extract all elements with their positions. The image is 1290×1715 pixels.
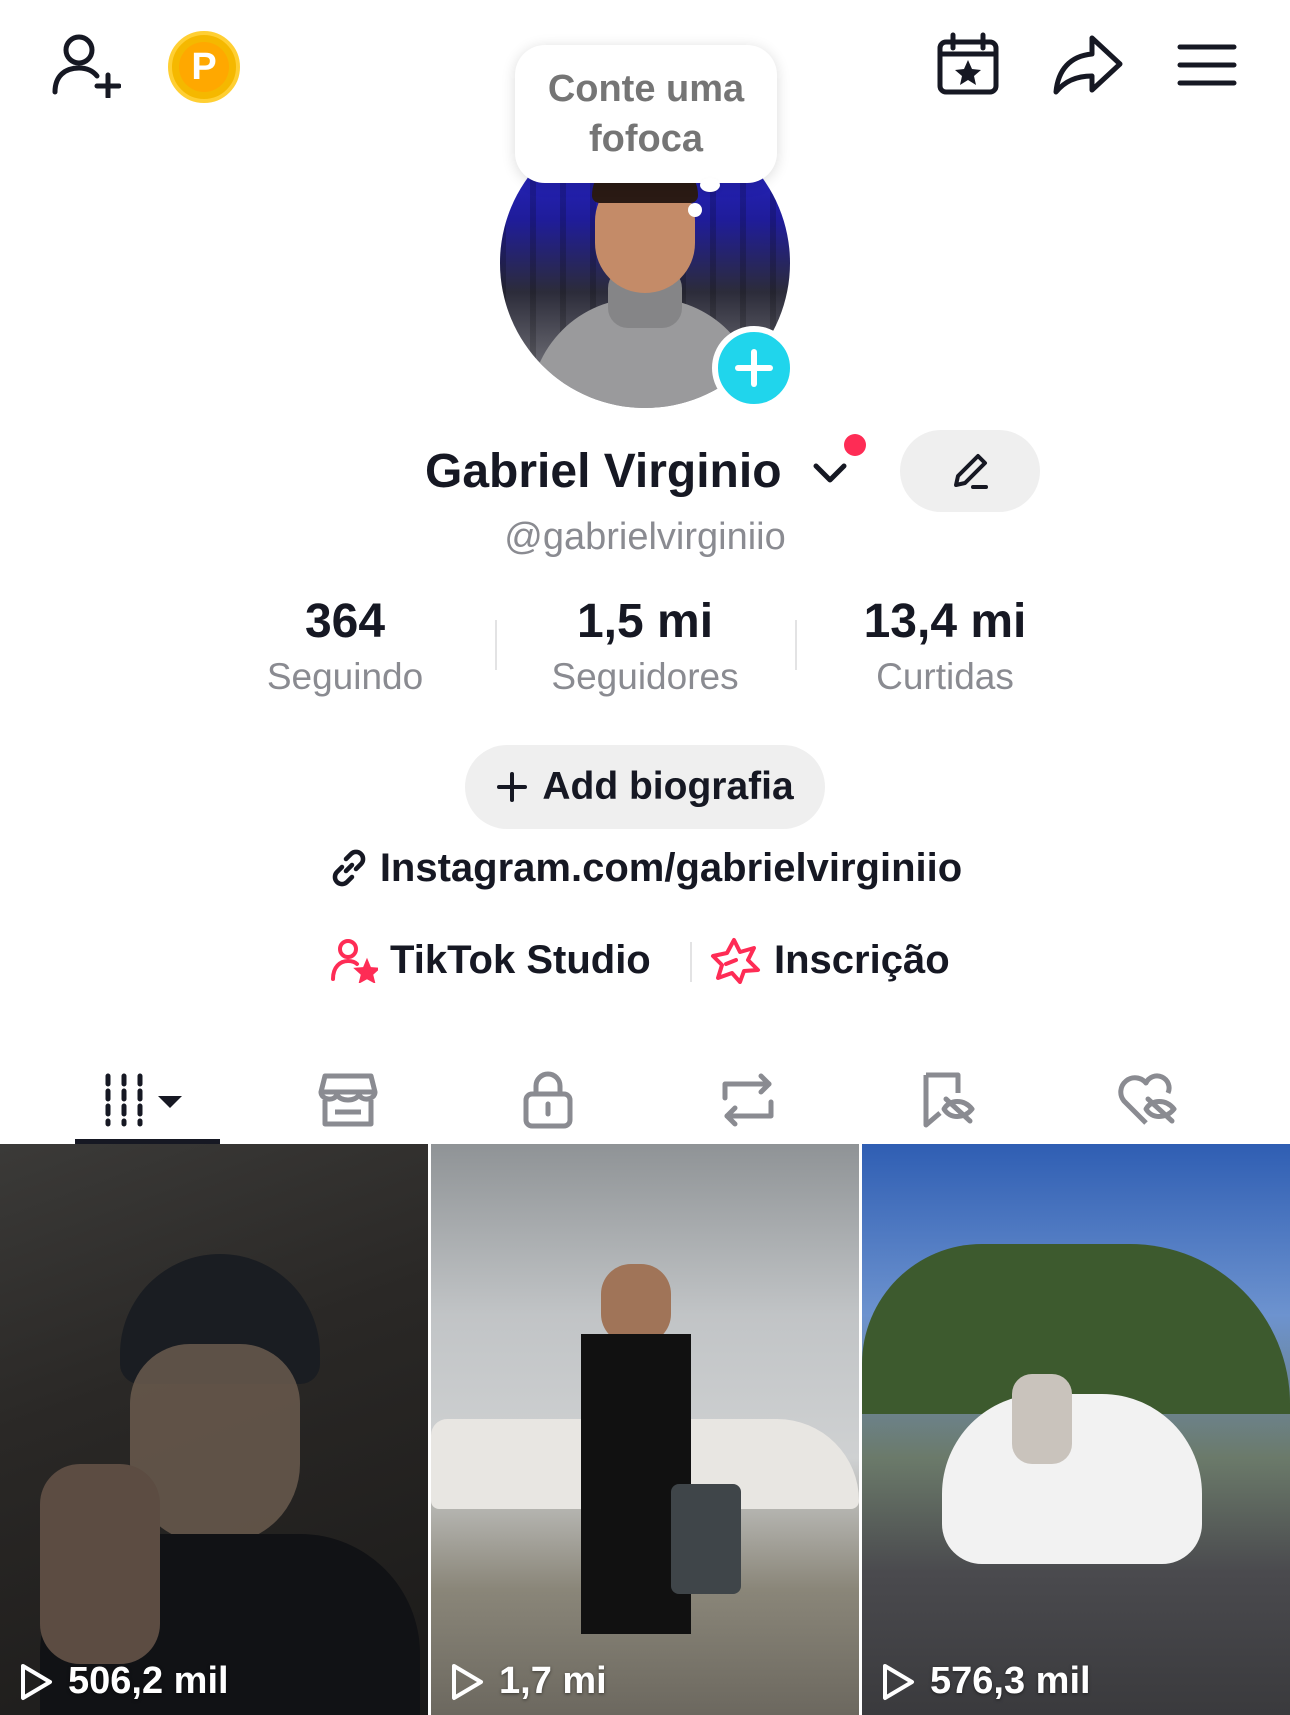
- subscription-label: Inscrição: [774, 938, 950, 982]
- head-shape: [601, 1264, 671, 1344]
- tab-liked[interactable]: [1048, 1040, 1248, 1160]
- profile-name[interactable]: Gabriel Virginio: [425, 440, 782, 504]
- plus-icon: [497, 772, 528, 802]
- edit-profile-button[interactable]: [900, 430, 1040, 512]
- views-counter: 506,2 mil: [18, 1660, 229, 1703]
- saved-hidden-icon: [923, 1072, 975, 1128]
- play-icon: [883, 1663, 914, 1700]
- star-outline-icon: [711, 938, 760, 984]
- add-bio-label: Add biografia: [542, 765, 794, 808]
- link-icon: [332, 849, 366, 887]
- video-thumbnail[interactable]: 576,3 mil: [862, 1144, 1290, 1715]
- views-counter: 1,7 mi: [449, 1660, 607, 1703]
- bubble-tail: [700, 178, 720, 192]
- stat-likes-value: 13,4 mi: [863, 595, 1027, 648]
- profile-link[interactable]: Instagram.com/gabrielvirginiio: [0, 840, 1290, 896]
- trees-shape: [862, 1244, 1290, 1414]
- stat-following[interactable]: 364 Seguindo: [195, 592, 495, 702]
- stat-following-value: 364: [304, 595, 386, 648]
- stat-followers[interactable]: 1,5 mi Seguidores: [495, 592, 795, 702]
- subscription-link[interactable]: Inscrição: [710, 930, 950, 990]
- tab-shop[interactable]: [248, 1040, 448, 1160]
- liked-hidden-icon: [1118, 1073, 1177, 1125]
- bubble-tail-dot: [688, 203, 702, 217]
- plus-icon: [735, 349, 773, 387]
- chevron-down-icon[interactable]: [810, 458, 850, 493]
- views-count: 1,7 mi: [499, 1660, 607, 1702]
- stat-followers-label: Seguidores: [551, 656, 739, 697]
- shop-icon: [318, 1073, 378, 1127]
- add-bio-button[interactable]: Add biografia: [465, 745, 825, 829]
- stat-followers-value: 1,5 mi: [576, 595, 714, 648]
- stat-likes-label: Curtidas: [876, 656, 1014, 697]
- tab-reposts[interactable]: [648, 1040, 848, 1160]
- video-thumbnail[interactable]: 506,2 mil: [0, 1144, 428, 1715]
- person-shape: [1012, 1374, 1072, 1464]
- views-count: 576,3 mil: [930, 1660, 1091, 1702]
- shortcut-divider: [690, 942, 692, 982]
- menu-icon[interactable]: [1175, 38, 1239, 92]
- coins-icon[interactable]: P: [168, 31, 240, 103]
- views-counter: 576,3 mil: [880, 1660, 1091, 1703]
- arm-shape: [40, 1464, 160, 1664]
- lock-icon: [523, 1071, 573, 1129]
- tab-saved[interactable]: [848, 1040, 1048, 1160]
- car-shape: [942, 1394, 1202, 1564]
- repost-icon: [722, 1073, 774, 1127]
- share-icon[interactable]: [1050, 30, 1126, 100]
- person-star-icon: [331, 939, 378, 983]
- profile-link-text: Instagram.com/gabrielvirginiio: [379, 846, 963, 890]
- status-bubble[interactable]: Conte uma fofoca: [515, 45, 777, 183]
- tab-private[interactable]: [448, 1040, 648, 1160]
- add-friend-icon[interactable]: [45, 30, 125, 100]
- views-count: 506,2 mil: [68, 1660, 229, 1702]
- suitcase-shape: [671, 1484, 741, 1594]
- videos-grid-icon: [105, 1073, 182, 1127]
- stat-following-label: Seguindo: [266, 656, 424, 697]
- status-bubble-text: Conte uma fofoca: [547, 68, 745, 160]
- notification-dot: [844, 434, 866, 456]
- calendar-star-icon[interactable]: [932, 30, 1004, 100]
- play-icon: [452, 1663, 483, 1700]
- tiktok-studio-label: TikTok Studio: [390, 938, 651, 982]
- add-story-button[interactable]: [712, 326, 796, 410]
- stat-likes[interactable]: 13,4 mi Curtidas: [795, 592, 1095, 702]
- profile-handle: @gabrielvirginiio: [504, 516, 786, 558]
- play-icon: [21, 1663, 52, 1700]
- pencil-icon: [954, 454, 988, 489]
- tiktok-studio-link[interactable]: TikTok Studio: [330, 930, 651, 990]
- video-thumbnail[interactable]: 1,7 mi: [431, 1144, 859, 1715]
